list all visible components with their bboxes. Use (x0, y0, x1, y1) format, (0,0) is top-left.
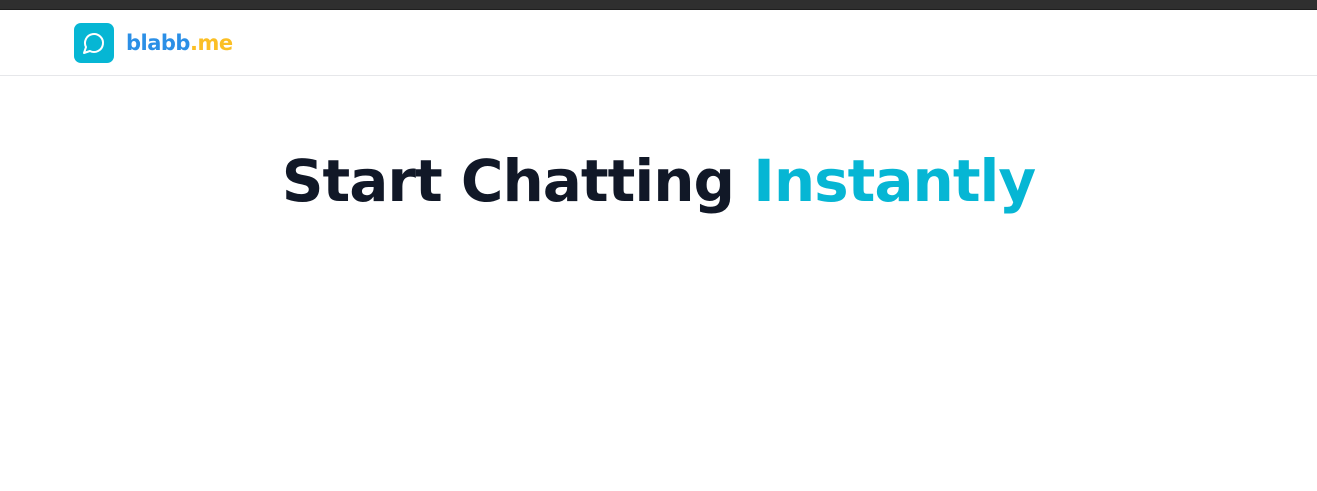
browser-top-strip (0, 0, 1317, 10)
hero-title: Start Chatting Instantly (0, 147, 1317, 215)
hero-title-accent: Instantly (753, 147, 1036, 215)
hero-section: Start Chatting Instantly (0, 147, 1317, 215)
brand-name-suffix: .me (189, 30, 233, 55)
brand-name: blabb.me (126, 30, 233, 55)
hero-title-main: Start Chatting (281, 147, 735, 215)
chat-bubble-icon (83, 33, 104, 54)
logo-tile (74, 23, 114, 63)
brand-link[interactable]: blabb.me (74, 23, 233, 63)
navbar: blabb.me (0, 10, 1317, 76)
brand-name-main: blabb (126, 30, 190, 55)
